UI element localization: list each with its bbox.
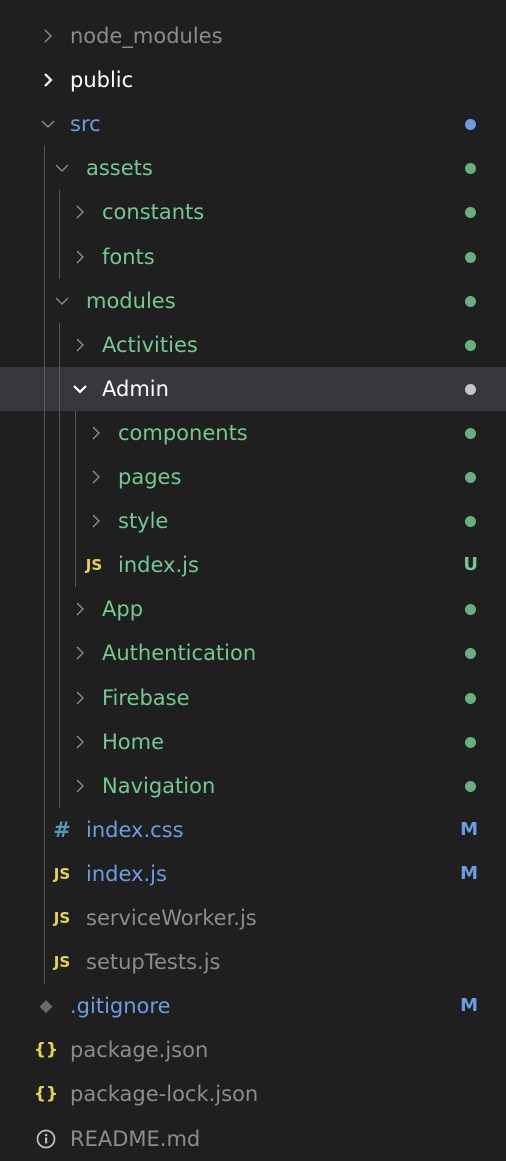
chevron-right-icon[interactable] [70, 243, 90, 271]
folder-row-constants[interactable]: constants [0, 190, 506, 234]
folder-label: Activities [102, 332, 198, 357]
folder-label: Admin [102, 376, 169, 401]
git-status-dot [465, 119, 476, 131]
folder-row-public[interactable]: public [0, 58, 506, 102]
folder-row-firebase[interactable]: Firebase [0, 676, 506, 720]
folder-label: node_modules [70, 24, 223, 48]
chevron-right-icon[interactable] [70, 639, 90, 667]
info-icon [34, 1117, 58, 1161]
chevron-right-icon[interactable] [86, 419, 106, 447]
chevron-down-icon[interactable] [52, 287, 72, 315]
js-icon: JS [53, 953, 71, 972]
git-status-dot [465, 383, 476, 395]
file-label: serviceWorker.js [86, 906, 257, 930]
file-row-index-css[interactable]: # index.css M [0, 808, 506, 852]
git-status-dot [465, 339, 476, 351]
indent-guide [59, 190, 60, 279]
folder-label: Firebase [102, 685, 190, 710]
file-row-gitignore[interactable]: ◆ .gitignore M [0, 984, 506, 1028]
file-row-serviceworker-js[interactable]: JS serviceWorker.js [0, 896, 506, 940]
git-status-badge: M [460, 995, 478, 1017]
chevron-right-icon[interactable] [86, 507, 106, 535]
chevron-right-icon[interactable] [86, 463, 106, 491]
chevron-right-icon[interactable] [70, 684, 90, 712]
file-row-readme-md[interactable]: README.md [0, 1117, 506, 1161]
json-icon: {} [33, 1084, 59, 1105]
chevron-right-icon[interactable] [70, 728, 90, 756]
file-label: package-lock.json [70, 1082, 259, 1107]
file-label: README.md [70, 1126, 201, 1151]
folder-label: constants [102, 200, 205, 225]
indent-guide [75, 410, 76, 588]
git-status-dot [465, 516, 476, 528]
folder-label: src [70, 112, 101, 137]
chevron-down-icon[interactable] [70, 375, 90, 403]
git-status-dot [465, 251, 476, 263]
git-status-badge: M [460, 818, 478, 840]
indent-guide [44, 146, 45, 985]
chevron-right-icon[interactable] [70, 595, 90, 623]
file-row-setuptests-js[interactable]: JS setupTests.js [0, 940, 506, 984]
folder-label: style [118, 509, 169, 534]
indent-guide [59, 322, 60, 808]
git-status-dot [465, 604, 476, 616]
folder-label: Authentication [102, 641, 257, 666]
file-row-package-json[interactable]: {} package.json [0, 1028, 506, 1072]
folder-row-assets[interactable]: assets [0, 146, 506, 190]
chevron-right-icon[interactable] [38, 22, 58, 50]
git-status-dot [465, 207, 476, 219]
git-status-badge: U [463, 554, 478, 576]
js-icon: JS [85, 556, 103, 575]
chevron-right-icon[interactable] [70, 772, 90, 800]
chevron-right-icon[interactable] [70, 198, 90, 226]
git-status-dot [465, 648, 476, 660]
json-icon: {} [33, 1040, 59, 1061]
file-row-package-lock-json[interactable]: {} package-lock.json [0, 1072, 506, 1116]
file-label: .gitignore [70, 994, 171, 1019]
js-icon: JS [53, 864, 71, 883]
folder-row-authentication[interactable]: Authentication [0, 631, 506, 675]
git-status-badge: M [460, 862, 478, 884]
chevron-right-icon[interactable] [70, 331, 90, 359]
folder-row-fonts[interactable]: fonts [0, 235, 506, 279]
folder-row-home[interactable]: Home [0, 720, 506, 764]
folder-row-navigation[interactable]: Navigation [0, 764, 506, 808]
file-label: package.json [70, 1038, 209, 1063]
git-status-dot [465, 472, 476, 483]
folder-label: components [118, 420, 248, 445]
folder-row-src[interactable]: src [0, 102, 506, 146]
js-icon: JS [53, 909, 71, 927]
folder-label: Navigation [102, 773, 216, 798]
folder-row-modules[interactable]: modules [0, 279, 506, 323]
folder-row-app[interactable]: App [0, 587, 506, 631]
chevron-right-icon[interactable] [38, 66, 58, 94]
folder-label: App [102, 597, 144, 622]
git-status-dot [465, 427, 476, 439]
folder-label: modules [86, 288, 176, 313]
git-status-dot [465, 295, 476, 307]
folder-label: fonts [102, 244, 155, 269]
folder-label: public [70, 68, 134, 93]
folder-row-activities[interactable]: Activities [0, 323, 506, 367]
git-status-dot [465, 163, 476, 175]
chevron-down-icon[interactable] [38, 110, 58, 138]
folder-label: Home [102, 729, 165, 754]
folder-label: assets [86, 156, 153, 181]
git-status-dot [465, 780, 476, 792]
git-status-dot [465, 692, 476, 704]
git-icon: ◆ [39, 996, 53, 1017]
folder-label: pages [118, 465, 182, 489]
chevron-down-icon[interactable] [52, 154, 72, 182]
file-label: index.css [86, 817, 184, 842]
file-row-index-js[interactable]: JS index.js M [0, 852, 506, 896]
css-icon: # [53, 817, 71, 842]
folder-row-admin[interactable]: Admin [0, 366, 506, 411]
file-label: setupTests.js [86, 950, 221, 975]
file-explorer-tree: node_modulespublic src assets constants font… [0, 0, 506, 1151]
git-status-dot [465, 736, 476, 748]
file-label: index.js [118, 553, 199, 578]
file-label: index.js [86, 861, 167, 886]
folder-row-node-modules[interactable]: node_modules [0, 14, 506, 58]
